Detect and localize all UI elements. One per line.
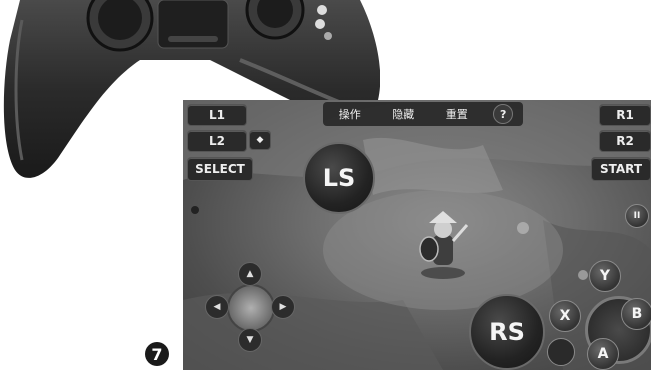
b-button[interactable]: B — [621, 298, 651, 330]
left-arrow-icon[interactable]: ◀ — [205, 295, 229, 319]
start-button[interactable]: START — [591, 157, 651, 181]
right-stick[interactable]: RS — [469, 294, 545, 370]
select-button[interactable]: SELECT — [187, 157, 253, 181]
l2-extra-icon[interactable]: ◆ — [249, 130, 271, 150]
help-icon[interactable]: ? — [493, 104, 514, 124]
extra-round-button[interactable] — [547, 338, 575, 366]
menu-operate[interactable]: 操作 — [333, 106, 367, 122]
r2-button[interactable]: R2 — [599, 130, 651, 152]
right-arrow-icon[interactable]: ▶ — [271, 295, 295, 319]
game-screenshot: 操作 隐藏 重置 ? L1 L2 SELECT ◆ R1 R2 START II… — [183, 100, 651, 370]
pause-icon[interactable]: II — [625, 204, 649, 228]
left-stick[interactable]: LS — [303, 142, 375, 214]
x-button[interactable]: X — [549, 300, 581, 332]
menu-reset[interactable]: 重置 — [440, 106, 474, 122]
dpad-center — [227, 284, 275, 332]
up-arrow-icon[interactable]: ▲ — [238, 262, 262, 286]
l1-button[interactable]: L1 — [187, 104, 247, 126]
step-number-badge: 7 — [145, 342, 169, 366]
l2-button[interactable]: L2 — [187, 130, 247, 152]
r1-button[interactable]: R1 — [599, 104, 651, 126]
down-arrow-icon[interactable]: ▼ — [238, 328, 262, 352]
overlay-top-menu: 操作 隐藏 重置 ? — [323, 102, 523, 126]
a-button[interactable]: A — [587, 338, 619, 370]
dpad[interactable]: ▲ ▼ ◀ ▶ — [205, 262, 295, 352]
y-button[interactable]: Y — [589, 260, 621, 292]
menu-hide[interactable]: 隐藏 — [386, 106, 420, 122]
face-button-cluster: Y X B A — [545, 260, 651, 370]
